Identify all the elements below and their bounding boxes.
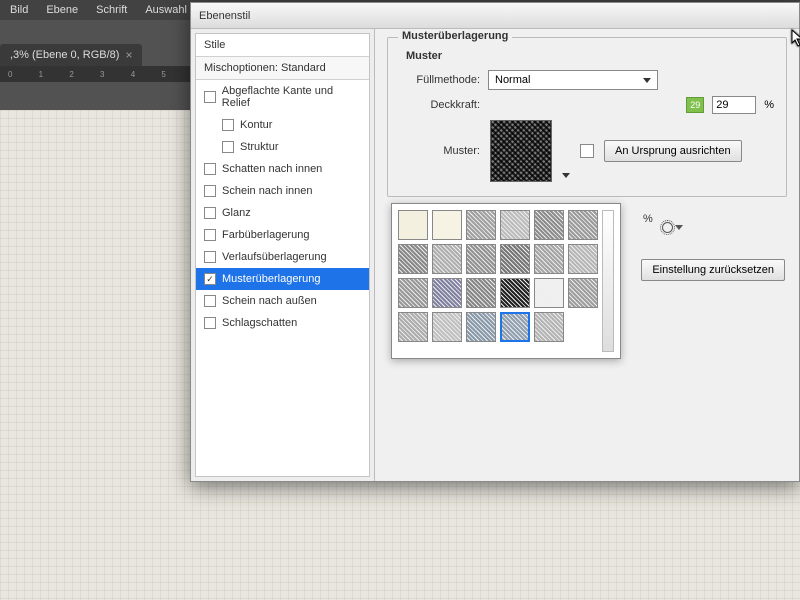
menu-item[interactable]: Ebene [46,4,78,16]
checkbox[interactable] [204,295,216,307]
pattern-swatch-item[interactable] [398,244,428,274]
document-tab[interactable]: ,3% (Ebene 0, RGB/8) × [0,44,142,66]
pattern-swatch-item[interactable] [466,278,496,308]
close-icon[interactable]: × [125,48,132,62]
pattern-swatch-item[interactable] [466,210,496,240]
pattern-swatch-item[interactable] [500,278,530,308]
pattern-swatch-item[interactable] [568,244,598,274]
layer-style-item[interactable]: Farbüberlagerung [196,224,369,246]
pattern-swatch-item[interactable] [534,312,564,342]
style-settings-panel: Musterüberlagerung Muster Füllmethode: N… [375,29,799,481]
pattern-swatch-item[interactable] [432,278,462,308]
checkbox[interactable] [222,141,234,153]
pattern-swatch-item[interactable] [466,312,496,342]
layer-style-item[interactable]: Verlaufsüberlagerung [196,246,369,268]
pattern-swatch-item[interactable] [466,244,496,274]
pattern-swatch-item[interactable] [432,312,462,342]
pattern-swatch-item[interactable] [568,278,598,308]
pattern-swatch-item[interactable] [500,244,530,274]
pattern-swatch-item[interactable] [398,278,428,308]
layer-style-label: Struktur [240,141,279,153]
pattern-swatch-item[interactable] [500,312,530,342]
layer-style-dialog: Ebenenstil Stile Mischoptionen: Standard… [190,2,800,482]
opacity-label: Deckkraft: [400,99,480,111]
chevron-down-icon[interactable] [562,173,570,178]
pattern-label: Muster: [400,145,480,157]
snap-origin-icon[interactable] [580,144,594,158]
pattern-swatch-item[interactable] [534,278,564,308]
panel-sublegend: Muster [406,50,774,62]
document-tab-label: ,3% (Ebene 0, RGB/8) [10,49,119,61]
fill-mode-dropdown[interactable]: Normal [488,70,658,90]
fill-mode-value: Normal [495,74,530,86]
pattern-swatch-item[interactable] [500,210,530,240]
percent-label: % [643,213,653,225]
checkbox[interactable] [204,229,216,241]
pattern-swatch-item[interactable] [398,312,428,342]
scrollbar[interactable] [602,210,614,352]
layer-style-item[interactable]: Kontur [196,114,369,136]
pattern-swatch[interactable] [490,120,552,182]
layer-style-label: Schatten nach innen [222,163,322,175]
pattern-picker-popup [391,203,621,359]
pattern-swatch-item[interactable] [432,210,462,240]
layer-style-item[interactable]: Schlagschatten [196,312,369,334]
reset-button[interactable]: Einstellung zurücksetzen [641,259,785,281]
checkbox[interactable] [204,185,216,197]
layer-style-item[interactable]: Glanz [196,202,369,224]
layer-style-label: Abgeflachte Kante und Relief [222,85,361,109]
checkbox[interactable] [204,273,216,285]
dialog-titlebar[interactable]: Ebenenstil [191,3,799,29]
layer-style-item[interactable]: Abgeflachte Kante und Relief [196,80,369,114]
menu-item[interactable]: Bild [10,4,28,16]
styles-sidebar: Stile Mischoptionen: Standard Abgeflacht… [191,29,375,481]
checkbox[interactable] [204,163,216,175]
fill-mode-label: Füllmethode: [400,74,480,86]
layer-style-label: Schein nach außen [222,295,317,307]
layer-style-label: Musterüberlagerung [222,273,320,285]
pattern-swatch-item[interactable] [534,244,564,274]
gear-icon[interactable] [662,222,683,233]
layer-style-label: Schlagschatten [222,317,297,329]
chevron-down-icon [643,78,651,83]
checkbox[interactable] [204,317,216,329]
pattern-swatch-item[interactable] [398,210,428,240]
snap-origin-button[interactable]: An Ursprung ausrichten [604,140,742,162]
menu-item[interactable]: Schrift [96,4,127,16]
layer-style-label: Kontur [240,119,272,131]
styles-heading[interactable]: Stile [196,34,369,57]
layer-style-label: Schein nach innen [222,185,313,197]
layer-style-item[interactable]: Musterüberlagerung [196,268,369,290]
checkbox[interactable] [222,119,234,131]
layer-style-item[interactable]: Struktur [196,136,369,158]
panel-legend: Musterüberlagerung [398,30,512,42]
layer-style-item[interactable]: Schein nach außen [196,290,369,312]
checkbox[interactable] [204,207,216,219]
layer-style-label: Glanz [222,207,251,219]
checkbox[interactable] [204,251,216,263]
menu-item[interactable]: Auswahl [145,4,187,16]
checkbox[interactable] [204,91,216,103]
pattern-swatch-item[interactable] [534,210,564,240]
percent-label: % [764,99,774,111]
pattern-swatch-item[interactable] [568,210,598,240]
dialog-title: Ebenenstil [199,10,250,22]
blend-options[interactable]: Mischoptionen: Standard [196,57,369,80]
layer-style-item[interactable]: Schein nach innen [196,180,369,202]
layer-style-item[interactable]: Schatten nach innen [196,158,369,180]
layer-style-label: Verlaufsüberlagerung [222,251,327,263]
pattern-swatch-item[interactable] [432,244,462,274]
opacity-input[interactable] [712,96,756,114]
layer-style-label: Farbüberlagerung [222,229,309,241]
opacity-value-highlight: 29 [686,97,704,113]
